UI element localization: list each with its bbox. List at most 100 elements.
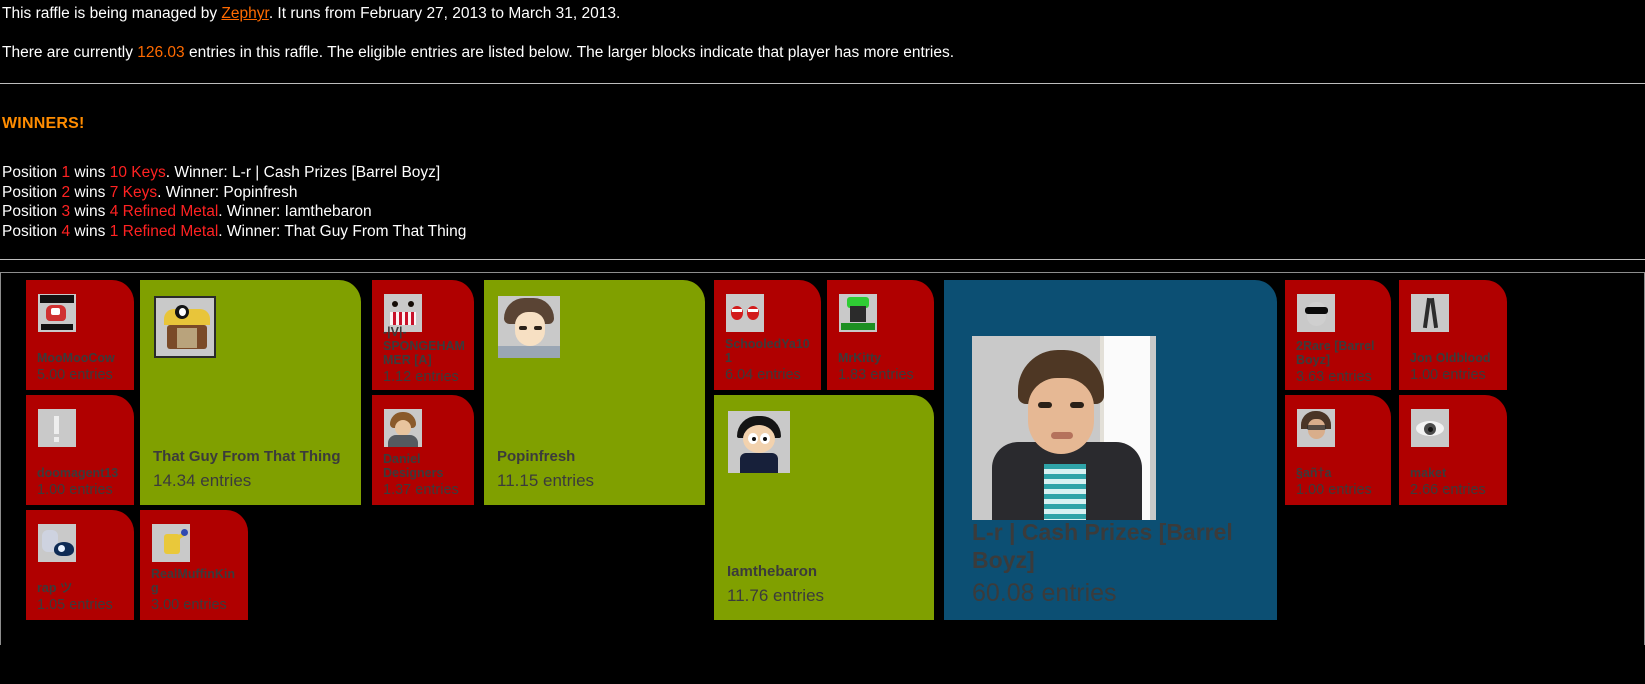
divider-top	[0, 83, 1645, 85]
iamthebaron-avatar	[728, 411, 790, 474]
intro-line1-prefix: This raffle is being managed by	[2, 5, 222, 22]
winner-wins-label: wins	[70, 222, 110, 240]
entry-count: 1.00 entries	[37, 481, 113, 498]
thatguyfromthatthing-avatar	[154, 296, 216, 359]
jonoldblood-avatar	[1411, 294, 1449, 333]
entry-tile-popinfresh[interactable]: Popinfresh 11.15 entries	[484, 280, 705, 506]
entry-tile-schooledya101[interactable]: SchooledYa101 6.04 entries	[714, 280, 821, 391]
raffle-entries-line: There are currently 126.03 entries in th…	[2, 44, 1643, 61]
entry-tile-santa[interactable]: §añ†a 1.00 entries	[1285, 395, 1391, 506]
entry-count: 60.08 entries	[972, 578, 1117, 607]
entry-tile-jonoldblood[interactable]: Jon Oldblood 1.00 entries	[1399, 280, 1507, 391]
raffle-intro: This raffle is being managed by Zephyr. …	[0, 0, 1645, 61]
santa-avatar	[1297, 409, 1335, 448]
entry-tile-maket[interactable]: maket 2.66 entries	[1399, 395, 1507, 506]
entry-count: 1.00 entries	[1296, 481, 1372, 498]
entry-count: 11.76 entries	[727, 586, 825, 606]
entry-player-name: That Guy From That Thing	[153, 448, 341, 466]
winner-row: Position 4 wins 1 Refined Metal. Winner:…	[2, 222, 1643, 242]
winner-label: . Winner:	[165, 164, 233, 182]
winner-row: Position 2 wins 7 Keys. Winner: Popinfre…	[2, 183, 1643, 203]
winner-prize: 7 Keys	[109, 183, 158, 201]
entry-tile-danieldesigners[interactable]: Daniel Designers 1.37 entries	[372, 395, 474, 506]
mrkitty-avatar	[839, 294, 877, 333]
winner-wins-label: wins	[70, 164, 110, 182]
entry-player-name: Jon Oldblood	[1410, 350, 1491, 365]
entry-count: 6.04 entries	[725, 366, 801, 383]
winner-prefix: Position	[2, 164, 62, 182]
winner-prefix: Position	[2, 183, 62, 201]
entry-tile-rap[interactable]: rap ツ 1.05 entries	[26, 510, 134, 621]
winner-row: Position 3 wins 4 Refined Metal. Winner:…	[2, 202, 1643, 222]
intro-line2-prefix: There are currently	[2, 44, 138, 62]
realmuffinking-avatar	[152, 524, 190, 563]
entry-count: 1.00 entries	[1410, 366, 1486, 383]
entry-player-name: -|V|-SPONGEHAMMER [A]	[383, 324, 465, 367]
entry-tile-thatguyfromthatthing[interactable]: That Guy From That Thing 14.34 entries	[140, 280, 361, 506]
winner-prize: 4 Refined Metal	[109, 203, 219, 221]
entry-count: 1.05 entries	[37, 596, 113, 613]
winner-label: . Winner:	[218, 222, 285, 240]
entry-count: 1.37 entries	[383, 481, 459, 498]
entry-tile-2rare[interactable]: 2Rare [Barrel Boyz] 3.63 entries	[1285, 280, 1391, 391]
maket-avatar	[1411, 409, 1449, 448]
danieldesigners-avatar	[384, 409, 422, 448]
entries-board: MooMooCow 5.00 entries doomagent13 1.00 …	[1, 273, 1645, 646]
winner-name: That Guy From That Thing	[284, 222, 467, 240]
total-entries-value: 126.03	[137, 44, 185, 62]
winners-section: WINNERS! Position 1 wins 10 Keys. Winner…	[0, 115, 1645, 241]
popinfresh-avatar	[498, 296, 560, 359]
winner-prize: 10 Keys	[109, 164, 166, 182]
manager-link[interactable]: Zephyr	[221, 5, 268, 22]
entry-player-name: MrKitty	[838, 350, 882, 365]
winner-row: Position 1 wins 10 Keys. Winner: L-r | C…	[2, 163, 1643, 183]
entry-player-name: Daniel Designers	[383, 451, 444, 480]
entry-player-name: Iamthebaron	[727, 563, 818, 581]
entries-board-container: MooMooCow 5.00 entries doomagent13 1.00 …	[0, 272, 1645, 646]
winners-heading: WINNERS!	[2, 115, 85, 133]
winner-name: Iamthebaron	[284, 203, 372, 221]
doomagent13-avatar	[38, 409, 76, 448]
intro-line1-suffix: . It runs from February 27, 2013 to Marc…	[268, 5, 621, 22]
entry-tile-spongehammer[interactable]: -|V|-SPONGEHAMMER [A] 1.12 entries	[372, 280, 474, 391]
winner-name: L-r | Cash Prizes [Barrel Boyz]	[232, 164, 441, 182]
entry-player-name: doomagent13	[37, 465, 119, 480]
entry-count: 2.66 entries	[1410, 481, 1486, 498]
entry-player-name: maket	[1410, 465, 1447, 480]
winners-list: Position 1 wins 10 Keys. Winner: L-r | C…	[2, 163, 1643, 241]
raffle-管-line: This raffle is being managed by Zephyr. …	[2, 5, 1643, 22]
winner-wins-label: wins	[70, 203, 110, 221]
divider-bottom	[0, 259, 1645, 261]
entry-tile-moomoocow[interactable]: MooMooCow 5.00 entries	[26, 280, 134, 391]
entry-tile-doomagent13[interactable]: doomagent13 1.00 entries	[26, 395, 134, 506]
entry-player-name: SchooledYa101	[725, 336, 810, 365]
entry-tile-lr-cash-prizes[interactable]: L-r | Cash Prizes [Barrel Boyz] 60.08 en…	[944, 280, 1277, 621]
intro-line2-suffix: entries in this raffle. The eligible ent…	[184, 44, 955, 62]
entry-tile-realmuffinking[interactable]: RealMuffinKing 3.00 entries	[140, 510, 248, 621]
entry-count: 3.63 entries	[1296, 368, 1372, 385]
winner-position: 2	[61, 183, 71, 201]
winner-prefix: Position	[2, 222, 62, 240]
entry-player-name: Popinfresh	[497, 448, 576, 466]
winner-wins-label: wins	[70, 183, 110, 201]
rap-avatar	[38, 524, 76, 563]
entry-count: 11.15 entries	[497, 471, 595, 491]
winner-name: Popinfresh	[223, 183, 298, 201]
entry-count: 14.34 entries	[153, 471, 252, 491]
entry-count: 1.83 entries	[838, 366, 914, 383]
moomoocow-avatar	[38, 294, 76, 333]
entry-player-name: rap ツ	[37, 580, 73, 595]
entry-tile-mrkitty[interactable]: MrKitty 1.83 entries	[827, 280, 934, 391]
winner-label: . Winner:	[157, 183, 224, 201]
entry-player-name: RealMuffinKing	[151, 566, 236, 595]
entry-count: 3.00 entries	[151, 596, 227, 613]
lr-cash-prizes-avatar	[972, 336, 1156, 521]
winner-position: 1	[61, 164, 71, 182]
entry-player-name: §añ†a	[1296, 465, 1332, 480]
entry-tile-iamthebaron[interactable]: Iamthebaron 11.76 entries	[714, 395, 934, 621]
winner-label: . Winner:	[218, 203, 285, 221]
entry-player-name: L-r | Cash Prizes [Barrel Boyz]	[972, 519, 1233, 573]
entry-player-name: MooMooCow	[37, 350, 115, 365]
entry-player-name: 2Rare [Barrel Boyz]	[1296, 338, 1375, 367]
entry-count: 1.12 entries	[383, 368, 459, 385]
